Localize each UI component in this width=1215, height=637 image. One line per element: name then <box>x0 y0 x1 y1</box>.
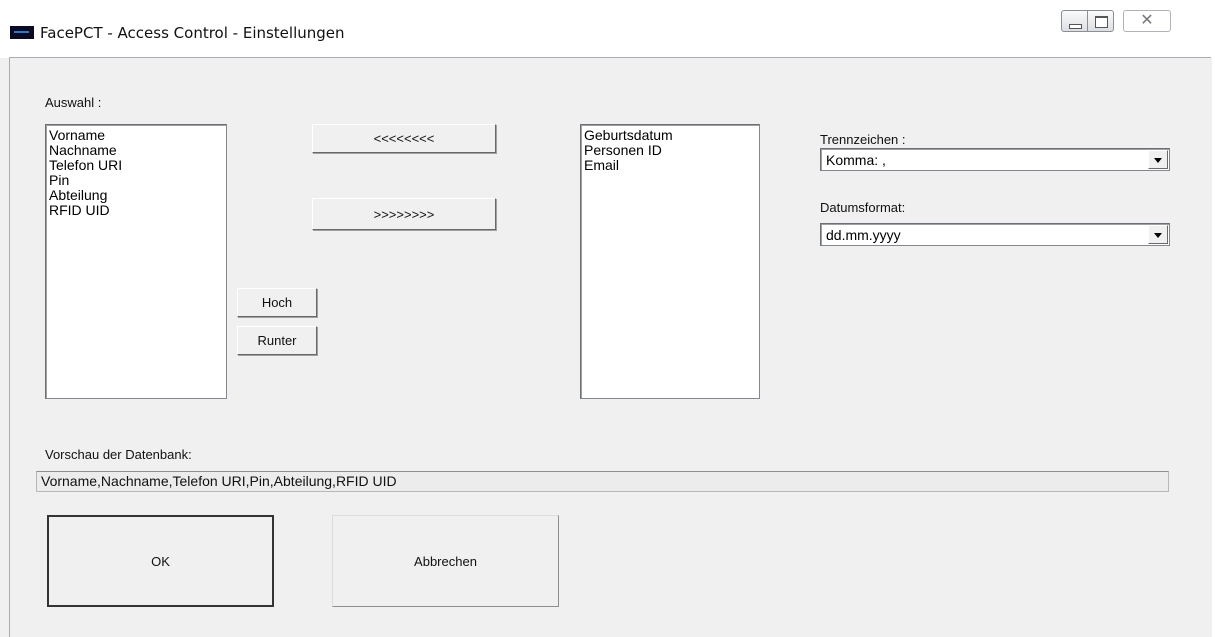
move-left-button[interactable]: <<<<<<<< <box>312 124 496 153</box>
list-item[interactable]: Personen ID <box>584 143 756 158</box>
auswahl-label: Auswahl : <box>45 95 102 110</box>
app-logo-icon <box>10 26 34 39</box>
datumsformat-label: Datumsformat: <box>820 200 906 215</box>
list-item[interactable]: Telefon URI <box>49 158 223 173</box>
minimize-button[interactable] <box>1061 10 1088 32</box>
list-item[interactable]: Email <box>584 158 756 173</box>
list-item[interactable]: RFID UID <box>49 203 223 218</box>
date-format-value: dd.mm.yyyy <box>826 227 901 243</box>
maximize-icon <box>1095 16 1108 28</box>
move-down-button[interactable]: Runter <box>237 326 317 355</box>
list-item[interactable]: Nachname <box>49 143 223 158</box>
close-icon: ✕ <box>1140 12 1154 29</box>
window-title: FacePCT - Access Control - Einstellungen <box>40 24 345 42</box>
settings-window: FacePCT - Access Control - Einstellungen… <box>0 0 1212 637</box>
preview-field: Vorname,Nachname,Telefon URI,Pin,Abteilu… <box>36 471 1169 492</box>
maximize-button[interactable] <box>1087 10 1114 32</box>
cancel-button[interactable]: Abbrechen <box>332 515 559 607</box>
chevron-down-icon[interactable] <box>1148 150 1168 169</box>
list-item[interactable]: Geburtsdatum <box>584 128 756 143</box>
separator-value: Komma: , <box>826 152 886 168</box>
close-button[interactable]: ✕ <box>1123 10 1171 32</box>
list-item[interactable]: Vorname <box>49 128 223 143</box>
list-item[interactable]: Pin <box>49 173 223 188</box>
title-bar[interactable]: FacePCT - Access Control - Einstellungen… <box>0 0 1212 58</box>
available-fields-list[interactable]: Geburtsdatum Personen ID Email <box>580 124 760 399</box>
move-up-button[interactable]: Hoch <box>237 288 317 317</box>
move-right-button[interactable]: >>>>>>>> <box>312 198 496 230</box>
separator-dropdown[interactable]: Komma: , <box>820 148 1170 171</box>
preview-label: Vorschau der Datenbank: <box>45 447 192 462</box>
selected-fields-list[interactable]: Vorname Nachname Telefon URI Pin Abteilung RF… <box>45 124 227 399</box>
date-format-dropdown[interactable]: dd.mm.yyyy <box>820 223 1170 246</box>
list-item[interactable]: Abteilung <box>49 188 223 203</box>
ok-button[interactable]: OK <box>47 515 274 607</box>
chevron-down-icon[interactable] <box>1148 225 1168 244</box>
trennzeichen-label: Trennzeichen : <box>820 132 906 147</box>
minimize-icon <box>1069 24 1082 29</box>
